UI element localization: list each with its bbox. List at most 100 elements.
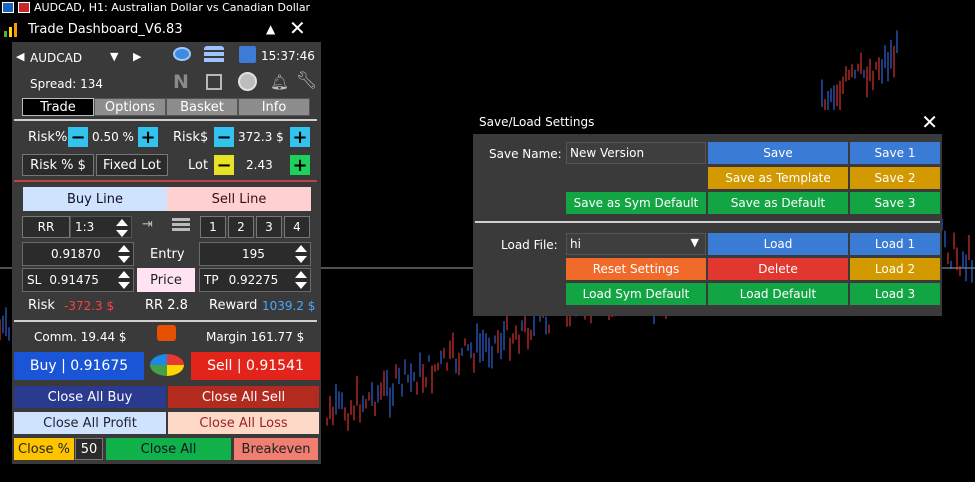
risk-usd-plus-button[interactable]: + [290, 127, 310, 148]
save-name-input[interactable]: New Version [566, 142, 706, 164]
entry-points-spinner-icon[interactable] [295, 245, 307, 263]
risk-percent-value[interactable]: 0.50 % [92, 130, 134, 144]
clock-time: 15:37:46 [261, 49, 315, 63]
prev-symbol-icon[interactable]: ◀ [16, 50, 24, 63]
entry-price-spinner-icon[interactable] [118, 245, 130, 263]
tab-basket[interactable]: Basket [166, 98, 238, 116]
sl-label: SL [27, 273, 42, 287]
close-icon[interactable]: ✕ [921, 110, 938, 134]
risk-usd-minus-button[interactable]: − [214, 127, 234, 148]
tp-spinner-icon[interactable] [295, 271, 307, 289]
close-percent-input[interactable]: 50 [75, 438, 103, 460]
save-button[interactable]: Save [708, 142, 848, 164]
close-all-profit-button[interactable]: Close All Profit [14, 412, 166, 434]
dashboard-titlebar[interactable]: Trade Dashboard_V6.83 ▲ ✕ [0, 16, 322, 42]
save-as-sym-default-button[interactable]: Save as Sym Default [566, 192, 706, 214]
menu-icon[interactable] [2, 1, 14, 13]
load-2-button[interactable]: Load 2 [850, 258, 940, 280]
eye-icon[interactable] [173, 47, 191, 61]
sl-input[interactable]: SL 0.91475 [22, 268, 134, 292]
price-button[interactable]: Price [137, 268, 195, 292]
timer-icon[interactable] [238, 72, 257, 91]
save-as-default-button[interactable]: Save as Default [708, 192, 848, 214]
delete-button[interactable]: Delete [708, 258, 848, 280]
rr-select-value: 1:3 [75, 220, 95, 234]
rr-choice-4[interactable]: 4 [284, 216, 310, 238]
sell-line-button[interactable]: Sell Line [167, 187, 311, 211]
risk-mode-button[interactable]: Risk % $ [22, 154, 94, 176]
close-icon[interactable]: ✕ [289, 16, 306, 40]
tab-options[interactable]: Options [94, 98, 166, 116]
breakeven-button[interactable]: Breakeven [234, 438, 318, 460]
tab-info[interactable]: Info [238, 98, 310, 116]
rr-select[interactable]: 1:3 [70, 216, 132, 238]
chevron-down-icon[interactable]: ▼ [691, 236, 699, 249]
rr-choice-1[interactable]: 1 [200, 216, 226, 238]
camera-icon[interactable] [157, 325, 176, 341]
margin-text: Margin 161.77 $ [206, 330, 305, 344]
lot-value[interactable]: 2.43 [246, 158, 273, 172]
load-1-button[interactable]: Load 1 [850, 233, 940, 255]
lot-minus-button[interactable]: − [214, 155, 234, 176]
rr-choice-2[interactable]: 2 [228, 216, 254, 238]
lot-plus-button[interactable]: + [290, 155, 310, 176]
buy-line-button[interactable]: Buy Line [23, 187, 167, 211]
risk-percent-label: Risk% [28, 130, 68, 145]
entry-label: Entry [150, 247, 185, 262]
arrow-to-line-icon[interactable]: ⇥ [142, 217, 153, 232]
close-all-loss-button[interactable]: Close All Loss [168, 412, 319, 434]
next-symbol-icon[interactable]: ▶ [133, 50, 141, 63]
load-file-label: Load File: [501, 238, 558, 252]
save-load-titlebar[interactable]: Save/Load Settings ✕ [473, 110, 942, 134]
risk-usd-value[interactable]: 372.3 $ [238, 130, 284, 144]
minimize-arrow-icon[interactable]: ▲ [266, 22, 275, 36]
load-sym-default-button[interactable]: Load Sym Default [566, 283, 706, 305]
save-load-title: Save/Load Settings [479, 115, 595, 129]
trade-dashboard: Trade Dashboard_V6.83 ▲ ✕ ◀ AUDCAD ▼ ▶ 1… [0, 16, 322, 464]
load-3-button[interactable]: Load 3 [850, 283, 940, 305]
spread-text: Spread: 134 [30, 77, 104, 91]
close-all-button[interactable]: Close All [106, 438, 231, 460]
news-icon[interactable]: N [173, 71, 189, 93]
fixed-lot-button[interactable]: Fixed Lot [96, 154, 168, 176]
save-1-button[interactable]: Save 1 [850, 142, 940, 164]
rr-button[interactable]: RR [22, 216, 70, 238]
chart-icon[interactable] [18, 1, 30, 13]
reset-settings-button[interactable]: Reset Settings [566, 258, 706, 280]
bell-icon[interactable]: 🔔︎ [270, 73, 289, 91]
close-percent-button[interactable]: Close % [14, 438, 74, 460]
close-all-sell-button[interactable]: Close All Sell [168, 386, 319, 408]
save-as-template-button[interactable]: Save as Template [708, 167, 848, 189]
save-3-button[interactable]: Save 3 [850, 192, 940, 214]
list-icon[interactable] [172, 218, 190, 232]
load-default-button[interactable]: Load Default [708, 283, 848, 305]
database-icon[interactable] [204, 46, 224, 64]
load-button[interactable]: Load [708, 233, 848, 255]
symbol-label[interactable]: AUDCAD [30, 51, 82, 65]
calendar-icon[interactable] [206, 74, 222, 90]
tp-input[interactable]: TP 0.92275 [199, 268, 311, 292]
sl-spinner-icon[interactable] [118, 271, 130, 289]
chart-title: AUDCAD, H1: Australian Dollar vs Canadia… [34, 0, 311, 14]
buy-button[interactable]: Buy | 0.91675 [14, 352, 144, 380]
rr-choice-3[interactable]: 3 [256, 216, 282, 238]
entry-price-input[interactable]: 0.91870 [22, 242, 134, 266]
risk-percent-plus-button[interactable]: + [138, 127, 158, 148]
commission-text: Comm. 19.44 $ [34, 330, 127, 344]
tp-value: 0.92275 [228, 273, 279, 287]
save-2-button[interactable]: Save 2 [850, 167, 940, 189]
entry-points-input[interactable]: 195 [199, 242, 311, 266]
reward-label: Reward [209, 298, 258, 313]
close-all-buy-button[interactable]: Close All Buy [14, 386, 166, 408]
load-file-select[interactable]: hi ▼ [566, 233, 706, 255]
risk-percent-minus-button[interactable]: − [68, 127, 88, 148]
divider [14, 320, 317, 322]
save-disk-icon[interactable] [239, 46, 256, 63]
tab-trade[interactable]: Trade [22, 98, 94, 116]
sell-button[interactable]: Sell | 0.91541 [191, 352, 320, 380]
rr-spinner-icon[interactable] [116, 219, 128, 237]
wrench-icon[interactable]: 🔧︎ [296, 71, 318, 91]
dashboard-logo-icon [4, 21, 22, 37]
symbol-dropdown-icon[interactable]: ▼ [110, 50, 118, 63]
risk-value: -372.3 $ [64, 299, 115, 313]
